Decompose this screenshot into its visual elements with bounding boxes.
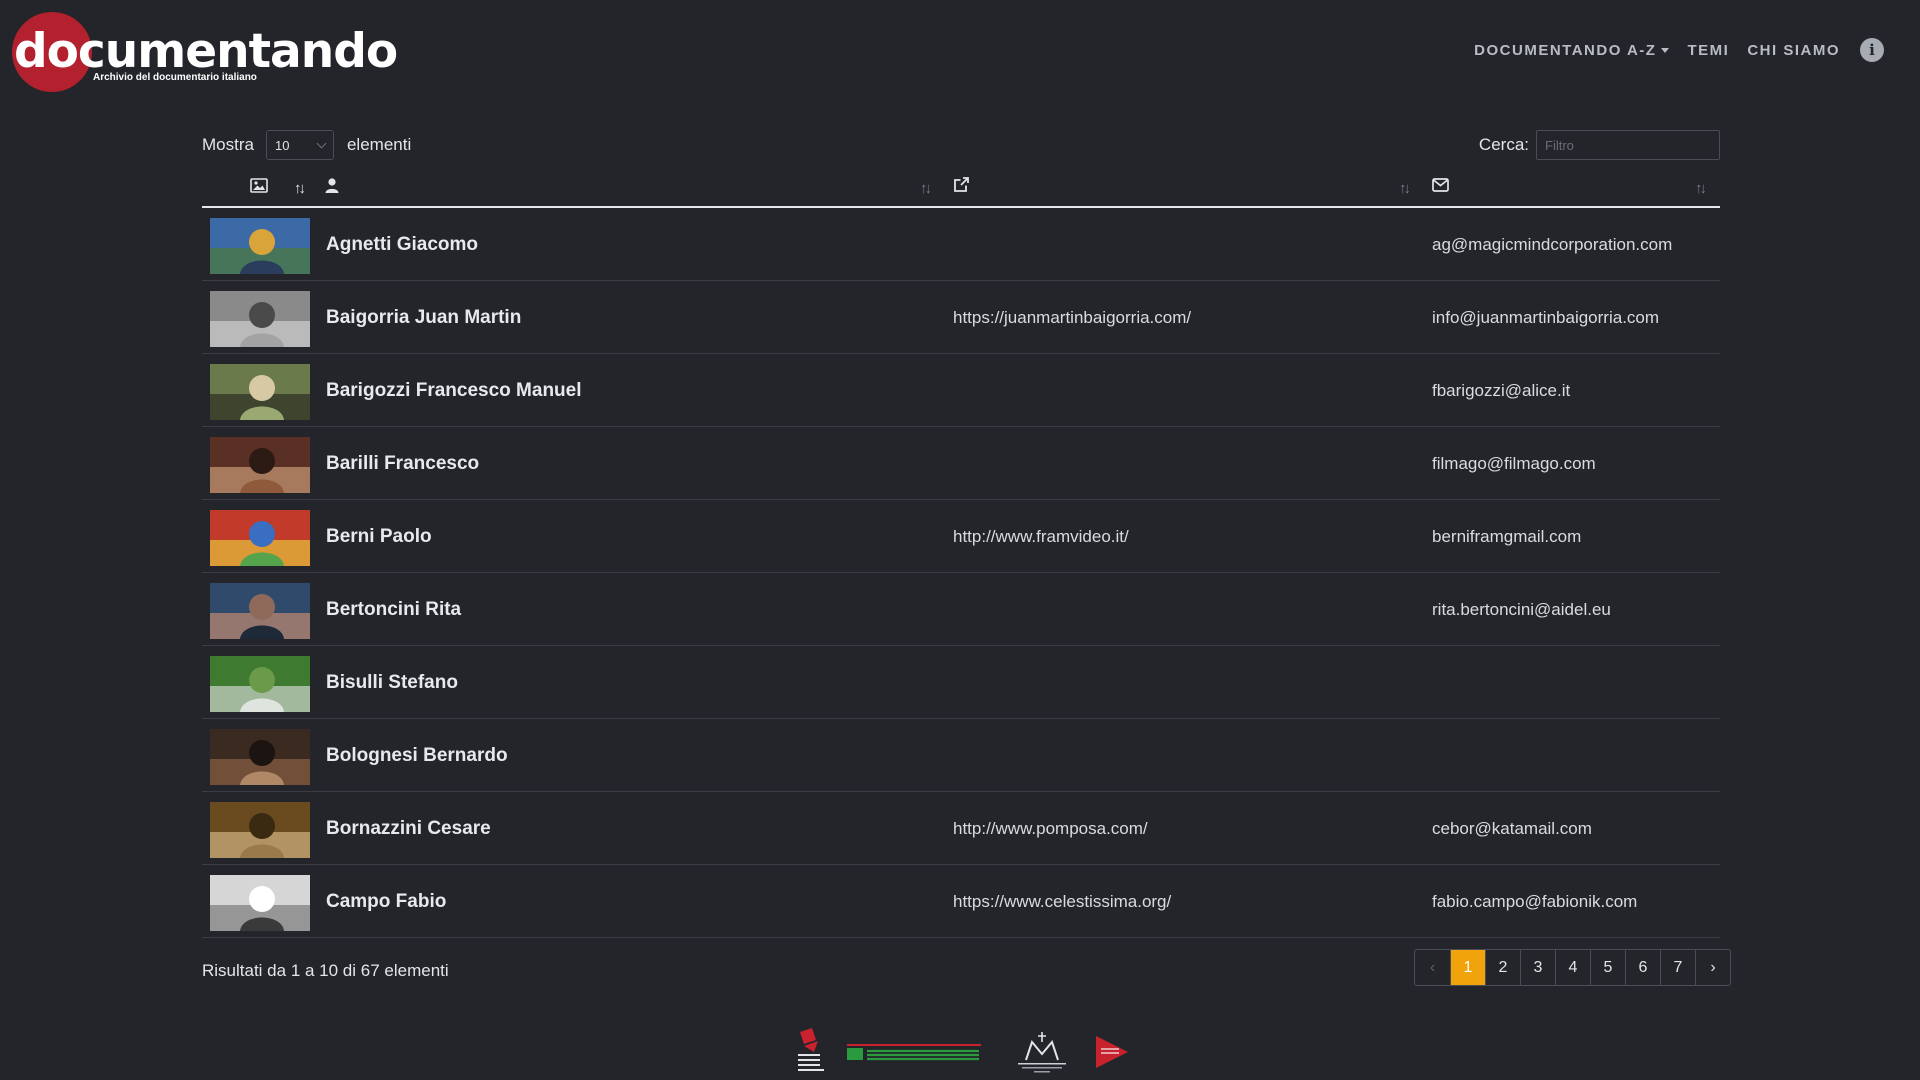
page-button-7[interactable]: 7 — [1660, 950, 1695, 985]
image-icon[interactable] — [250, 178, 268, 198]
elements-label: elementi — [346, 135, 412, 154]
table-row: Barilli Francesco filmago@filmago.com — [202, 427, 1720, 500]
author-email-link[interactable]: berniframgmail.com — [1432, 500, 1581, 573]
author-name-link[interactable]: Berni Paolo — [326, 500, 432, 573]
search-control: Cerca: — [1479, 130, 1720, 160]
author-photo[interactable] — [210, 729, 310, 785]
table-row: Bolognesi Bernardo — [202, 719, 1720, 792]
logo-wordmark: documentando — [14, 24, 398, 79]
author-name-link[interactable]: Baigorria Juan Martin — [326, 281, 521, 354]
show-label: Mostra — [202, 135, 254, 154]
nav-chi-siamo[interactable]: CHI SIAMO — [1747, 42, 1840, 59]
page-button-6[interactable]: 6 — [1625, 950, 1660, 985]
author-website-link[interactable]: https://www.celestissima.org/ — [953, 865, 1171, 938]
table-row: Campo Fabio https://www.celestissima.org/… — [202, 865, 1720, 938]
site-logo[interactable]: documentando Archivio del documentario i… — [12, 12, 398, 94]
sponsor-logos — [790, 1028, 1130, 1074]
main-nav: DOCUMENTANDO A-Z TEMI CHI SIAMO i — [1456, 38, 1884, 62]
authors-table: ↑↓ ↑↓ ↑↓ ↑↓ Agnetti Giacomo ag@magicmindc… — [202, 172, 1720, 938]
author-photo[interactable] — [210, 364, 310, 420]
table-row: Bisulli Stefano — [202, 646, 1720, 719]
author-photo[interactable] — [210, 437, 310, 493]
author-photo[interactable] — [210, 510, 310, 566]
author-name-link[interactable]: Bornazzini Cesare — [326, 792, 491, 865]
regione-er-logo[interactable] — [847, 1042, 981, 1062]
nav-temi-label: TEMI — [1687, 41, 1730, 59]
info-circle-icon[interactable]: i — [1860, 38, 1884, 62]
caret-down-icon — [1661, 47, 1670, 53]
sort-last-icon[interactable]: ↑↓ — [1695, 180, 1707, 197]
author-name-link[interactable]: Agnetti Giacomo — [326, 208, 478, 281]
author-email-link[interactable]: fabio.campo@fabionik.com — [1432, 865, 1637, 938]
nav-temi[interactable]: TEMI — [1687, 42, 1729, 59]
table-controls: Mostra 10 elementi Cerca: — [202, 130, 1720, 162]
author-name-link[interactable]: Campo Fabio — [326, 865, 446, 938]
der-logo[interactable] — [1094, 1034, 1130, 1070]
page-button-1[interactable]: 1 — [1450, 950, 1485, 985]
fondazione-del-monte-logo[interactable] — [1012, 1030, 1072, 1074]
author-photo[interactable] — [210, 875, 310, 931]
pagination: ‹ 1 2 3 4 5 6 7 › — [1414, 949, 1731, 986]
sort-name-icon[interactable]: ↑↓ — [294, 180, 306, 197]
author-photo[interactable] — [210, 802, 310, 858]
sort-email-icon[interactable]: ↑↓ — [1399, 180, 1411, 197]
author-email-link[interactable]: ag@magicmindcorporation.com — [1432, 208, 1672, 281]
page-length-value: 10 — [274, 137, 290, 153]
logo-subtitle: Archivio del documentario italiano — [93, 72, 257, 83]
page-button-2[interactable]: 2 — [1485, 950, 1520, 985]
table-header: ↑↓ ↑↓ ↑↓ ↑↓ — [202, 172, 1720, 208]
table-row: Bornazzini Cesare http://www.pomposa.com/… — [202, 792, 1720, 865]
author-name-link[interactable]: Bertoncini Rita — [326, 573, 461, 646]
author-email-link[interactable]: rita.bertoncini@aidel.eu — [1432, 573, 1611, 646]
next-page-button[interactable]: › — [1695, 950, 1730, 985]
search-input[interactable] — [1536, 130, 1720, 160]
table-row: Bertoncini Rita rita.bertoncini@aidel.eu — [202, 573, 1720, 646]
author-email-link[interactable]: cebor@katamail.com — [1432, 792, 1592, 865]
author-photo[interactable] — [210, 656, 310, 712]
author-photo[interactable] — [210, 291, 310, 347]
table-body: Agnetti Giacomo ag@magicmindcorporation.c… — [202, 208, 1720, 938]
author-photo[interactable] — [210, 218, 310, 274]
author-website-link[interactable]: https://juanmartinbaigorria.com/ — [953, 281, 1191, 354]
envelope-icon — [1432, 178, 1449, 197]
table-row: Berni Paolo http://www.framvideo.it/berni… — [202, 500, 1720, 573]
author-website-link[interactable]: http://www.framvideo.it/ — [953, 500, 1129, 573]
page-button-5[interactable]: 5 — [1590, 950, 1625, 985]
chevron-down-icon — [316, 138, 327, 148]
author-email-link[interactable]: fbarigozzi@alice.it — [1432, 354, 1570, 427]
page-button-3[interactable]: 3 — [1520, 950, 1555, 985]
external-link-icon — [953, 176, 970, 198]
page-length-select[interactable]: 10 — [265, 130, 334, 160]
author-website-link[interactable]: http://www.pomposa.com/ — [953, 792, 1148, 865]
author-email-link[interactable]: info@juanmartinbaigorria.com — [1432, 281, 1659, 354]
results-info: Risultati da 1 a 10 di 67 elementi — [202, 961, 449, 980]
author-photo[interactable] — [210, 583, 310, 639]
table-row: Barigozzi Francesco Manuel fbarigozzi@ali… — [202, 354, 1720, 427]
table-row: Agnetti Giacomo ag@magicmindcorporation.c… — [202, 208, 1720, 281]
author-name-link[interactable]: Bisulli Stefano — [326, 646, 458, 719]
page-length-control: Mostra 10 elementi — [202, 130, 411, 160]
user-icon — [325, 178, 339, 198]
author-name-link[interactable]: Barilli Francesco — [326, 427, 479, 500]
author-name-link[interactable]: Bolognesi Bernardo — [326, 719, 508, 792]
nav-documentando-az[interactable]: DOCUMENTANDO A-Z — [1474, 41, 1670, 59]
film-commission-logo[interactable] — [790, 1028, 830, 1074]
sort-website-icon[interactable]: ↑↓ — [920, 180, 932, 197]
table-row: Baigorria Juan Martin https://juanmartinb… — [202, 281, 1720, 354]
nav-chi-siamo-label: CHI SIAMO — [1747, 41, 1840, 59]
prev-page-button[interactable]: ‹ — [1415, 950, 1450, 985]
author-email-link[interactable]: filmago@filmago.com — [1432, 427, 1596, 500]
nav-documentando-az-label: DOCUMENTANDO A-Z — [1474, 41, 1657, 59]
page-button-4[interactable]: 4 — [1555, 950, 1590, 985]
search-label: Cerca: — [1478, 135, 1529, 154]
author-name-link[interactable]: Barigozzi Francesco Manuel — [326, 354, 582, 427]
